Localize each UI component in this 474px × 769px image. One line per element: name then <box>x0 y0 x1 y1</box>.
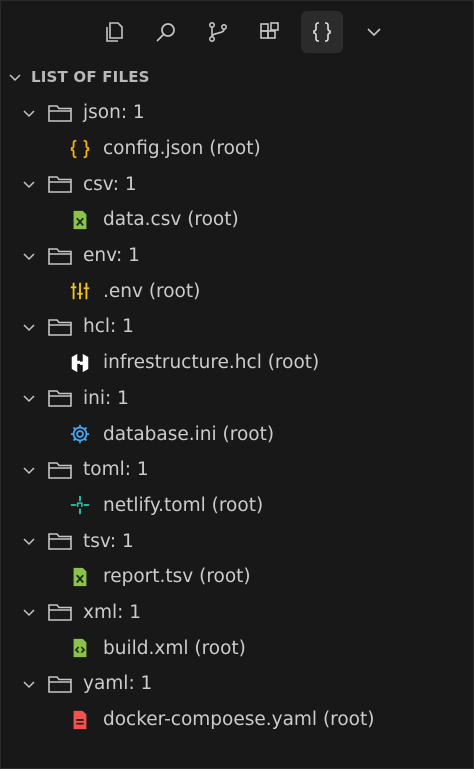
extensions-button[interactable] <box>249 11 291 53</box>
panel: LIST OF FILES json: 1 config.json (root) c… <box>0 0 474 769</box>
group-row[interactable]: ini: 1 <box>1 381 474 417</box>
file-label: infrestructure.hcl (root) <box>103 352 320 374</box>
file-label: netlify.toml (root) <box>103 494 264 516</box>
group-row[interactable]: xml: 1 <box>1 595 474 631</box>
csv-file-icon <box>67 208 93 232</box>
chevron-down-icon <box>23 181 35 189</box>
chevron-down-icon <box>23 324 35 332</box>
file-row[interactable]: build.xml (root) <box>1 630 474 666</box>
file-row[interactable]: data.csv (root) <box>1 202 474 238</box>
gear-icon <box>67 422 93 446</box>
source-control-icon <box>208 21 228 42</box>
group-label: env: 1 <box>83 245 140 267</box>
folder-icon <box>48 676 72 693</box>
chevron-down-icon <box>367 28 381 37</box>
view-toolbar <box>93 9 395 55</box>
chevron-down-icon <box>23 467 35 474</box>
group-label: tsv: 1 <box>83 530 134 552</box>
folder-icon <box>48 105 72 122</box>
explorer-icon <box>106 22 123 42</box>
file-row[interactable]: netlify.toml (root) <box>1 488 474 524</box>
braces-button[interactable] <box>301 11 343 53</box>
group-row[interactable]: json: 1 <box>1 95 474 131</box>
file-row[interactable]: infrestructure.hcl (root) <box>1 345 474 381</box>
group-row[interactable]: toml: 1 <box>1 452 474 488</box>
group-label: xml: 1 <box>83 601 141 623</box>
file-tree: json: 1 config.json (root) csv: 1 data.csv … <box>1 95 474 737</box>
section-title: LIST OF FILES <box>31 68 150 86</box>
chevron-down-icon <box>23 110 35 117</box>
file-label: config.json (root) <box>103 138 261 160</box>
file-row[interactable]: docker-compoese.yaml (root) <box>1 702 474 738</box>
chevron-down-icon <box>23 253 35 260</box>
group-row[interactable]: yaml: 1 <box>1 666 474 702</box>
chevron-down-icon <box>23 609 35 617</box>
group-row[interactable]: hcl: 1 <box>1 309 474 345</box>
file-label: docker-compoese.yaml (root) <box>103 709 375 731</box>
group-label: json: 1 <box>83 102 145 124</box>
folder-icon <box>48 533 72 550</box>
group-label: ini: 1 <box>83 387 129 409</box>
source-control-button[interactable] <box>197 11 239 53</box>
file-label: database.ini (root) <box>103 423 275 445</box>
section-header[interactable]: LIST OF FILES <box>7 65 150 89</box>
tsv-file-icon <box>67 565 93 589</box>
group-row[interactable]: tsv: 1 <box>1 523 474 559</box>
file-label: .env (root) <box>103 280 201 302</box>
hashicorp-icon <box>67 351 93 375</box>
explorer-button[interactable] <box>93 11 135 53</box>
json-braces-icon <box>67 137 93 161</box>
chevron-down-icon <box>9 74 21 82</box>
group-row[interactable]: env: 1 <box>1 238 474 274</box>
file-row[interactable]: report.tsv (root) <box>1 559 474 595</box>
folder-icon <box>48 176 72 194</box>
folder-icon <box>48 319 72 336</box>
folder-icon <box>48 247 72 265</box>
folder-icon <box>48 604 72 622</box>
search-button[interactable] <box>145 11 187 53</box>
folder-icon <box>48 390 72 408</box>
folder-icon <box>48 461 72 479</box>
more-views-button[interactable] <box>353 11 395 53</box>
chevron-down-icon <box>23 395 35 403</box>
file-label: report.tsv (root) <box>103 566 251 588</box>
yaml-file-icon <box>67 708 93 732</box>
env-sliders-icon <box>67 279 93 303</box>
group-label: yaml: 1 <box>83 673 153 695</box>
group-row[interactable]: csv: 1 <box>1 166 474 202</box>
netlify-icon <box>67 493 93 517</box>
file-row[interactable]: .env (root) <box>1 273 474 309</box>
group-label: hcl: 1 <box>83 316 134 338</box>
group-label: csv: 1 <box>83 173 137 195</box>
xml-file-icon <box>67 636 93 660</box>
file-label: build.xml (root) <box>103 637 246 659</box>
extensions-icon <box>260 22 279 39</box>
braces-icon <box>313 22 331 42</box>
chevron-down-icon <box>23 538 35 546</box>
file-row[interactable]: config.json (root) <box>1 131 474 167</box>
file-label: data.csv (root) <box>103 209 239 231</box>
chevron-down-icon <box>23 681 35 688</box>
group-label: toml: 1 <box>83 459 149 481</box>
search-icon <box>156 23 175 42</box>
file-row[interactable]: database.ini (root) <box>1 416 474 452</box>
